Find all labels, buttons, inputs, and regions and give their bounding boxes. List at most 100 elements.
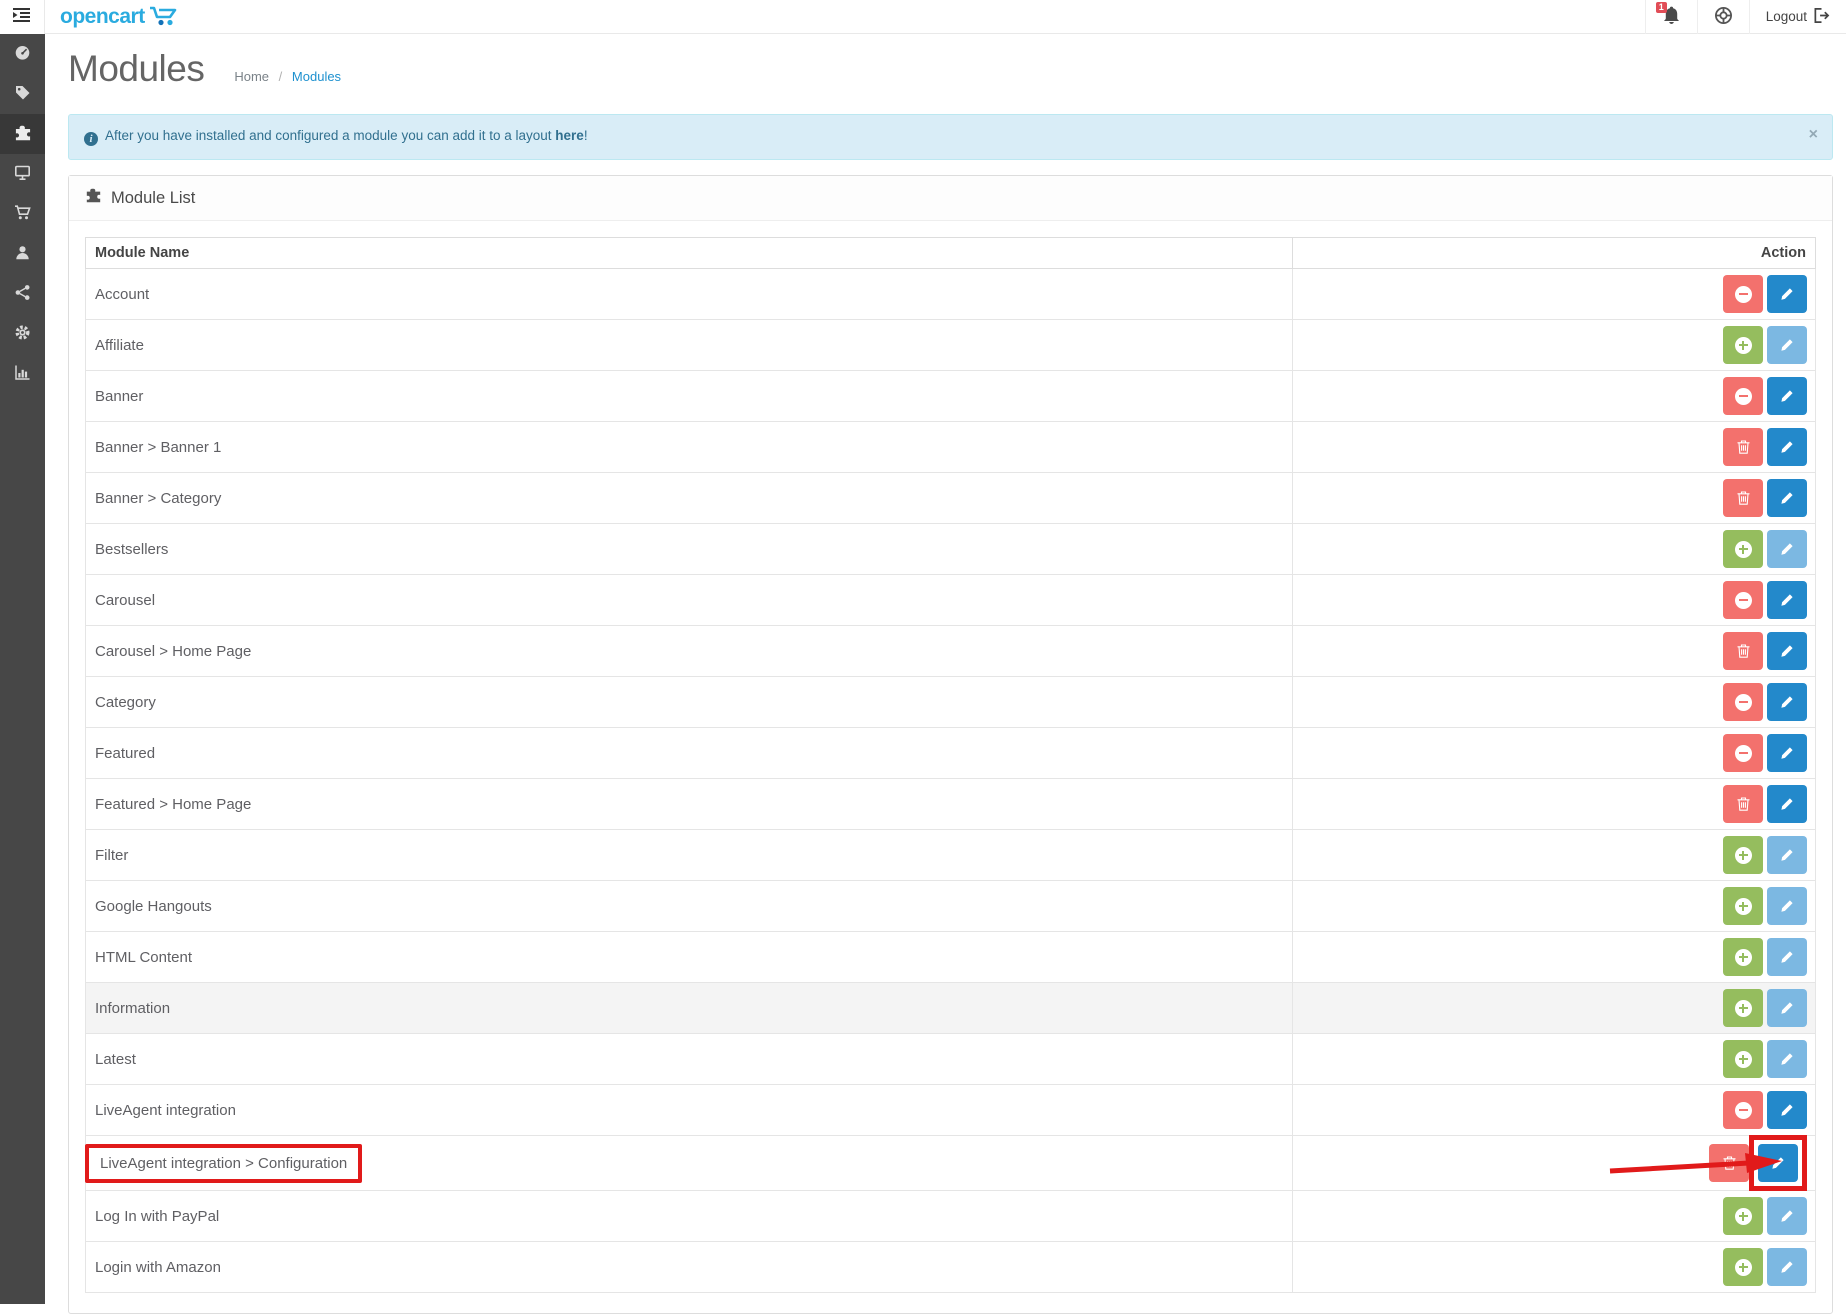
uninstall-button[interactable] [1723, 734, 1763, 772]
sidebar-item-dashboard[interactable] [0, 34, 45, 74]
sidebar-item-system[interactable] [0, 314, 45, 354]
edit-button[interactable] [1758, 1144, 1798, 1182]
edit-button-disabled[interactable] [1767, 1248, 1807, 1286]
edit-button[interactable] [1767, 581, 1807, 619]
alert-text-after: ! [584, 128, 588, 143]
table-row: Banner > Banner 1 [86, 422, 1816, 473]
menu-toggle-button[interactable] [0, 0, 45, 34]
edit-button[interactable] [1767, 683, 1807, 721]
install-button[interactable] [1723, 938, 1763, 976]
edit-button[interactable] [1767, 785, 1807, 823]
module-name-label: Information [95, 1000, 170, 1017]
table-row: Featured [86, 728, 1816, 779]
pencil-icon [1780, 593, 1794, 607]
alert-close-icon[interactable]: × [1809, 127, 1818, 143]
pencil-icon [1780, 1052, 1794, 1066]
action-cell [1293, 473, 1816, 524]
module-name-label: HTML Content [95, 949, 192, 966]
action-cell [1293, 575, 1816, 626]
edit-button-disabled[interactable] [1767, 938, 1807, 976]
delete-button[interactable] [1709, 1144, 1749, 1182]
install-button[interactable] [1723, 887, 1763, 925]
minus-circle-icon [1735, 745, 1752, 762]
trash-icon [1736, 490, 1751, 506]
action-cell [1293, 830, 1816, 881]
edit-button[interactable] [1767, 377, 1807, 415]
alert-here-link[interactable]: here [555, 128, 584, 143]
module-name-cell: Latest [86, 1034, 1293, 1085]
logout-button[interactable]: Logout [1749, 0, 1846, 34]
module-name-cell: LiveAgent integration > Configuration [86, 1136, 1293, 1191]
sidebar-item-marketing[interactable] [0, 274, 45, 314]
uninstall-button[interactable] [1723, 377, 1763, 415]
outdent-menu-icon [13, 7, 31, 26]
install-button[interactable] [1723, 836, 1763, 874]
support-button[interactable] [1697, 0, 1749, 34]
uninstall-button[interactable] [1723, 275, 1763, 313]
module-name-cell: Featured > Home Page [86, 779, 1293, 830]
sidebar-item-sales[interactable] [0, 194, 45, 234]
edit-button[interactable] [1767, 734, 1807, 772]
action-cell [1293, 881, 1816, 932]
module-name-label: Featured [95, 745, 155, 762]
table-row: Latest [86, 1034, 1816, 1085]
logout-label: Logout [1766, 9, 1807, 24]
action-cell [1293, 1191, 1816, 1242]
action-cell [1293, 1085, 1816, 1136]
plus-circle-icon [1735, 949, 1752, 966]
table-row: Banner [86, 371, 1816, 422]
trash-icon [1736, 796, 1751, 812]
sidebar-item-customers[interactable] [0, 234, 45, 274]
edit-button-disabled[interactable] [1767, 836, 1807, 874]
install-button[interactable] [1723, 1040, 1763, 1078]
install-button[interactable] [1723, 989, 1763, 1027]
edit-button[interactable] [1767, 1091, 1807, 1129]
action-cell [1293, 371, 1816, 422]
module-name-cell: Log In with PayPal [86, 1191, 1293, 1242]
breadcrumb-modules-link[interactable]: Modules [292, 69, 341, 84]
design-icon [14, 164, 31, 184]
install-button[interactable] [1723, 530, 1763, 568]
edit-button[interactable] [1767, 428, 1807, 466]
uninstall-button[interactable] [1723, 683, 1763, 721]
edit-button[interactable] [1767, 275, 1807, 313]
module-name-label: Banner [95, 388, 143, 405]
sidebar-item-catalog[interactable] [0, 74, 45, 114]
table-row: Carousel [86, 575, 1816, 626]
trash-icon [1722, 1155, 1737, 1171]
edit-button-disabled[interactable] [1767, 989, 1807, 1027]
edit-button[interactable] [1767, 632, 1807, 670]
sidebar-item-design[interactable] [0, 154, 45, 194]
sign-out-icon [1807, 7, 1830, 27]
edit-button-disabled[interactable] [1767, 1040, 1807, 1078]
module-name-cell: Featured [86, 728, 1293, 779]
dashboard-icon [14, 44, 31, 64]
edit-button[interactable] [1767, 479, 1807, 517]
edit-button-disabled[interactable] [1767, 530, 1807, 568]
notifications-button[interactable]: 1 [1645, 0, 1697, 34]
install-button[interactable] [1723, 1197, 1763, 1235]
pencil-icon [1780, 848, 1794, 862]
delete-button[interactable] [1723, 479, 1763, 517]
delete-button[interactable] [1723, 632, 1763, 670]
breadcrumb-home-link[interactable]: Home [234, 69, 269, 84]
pencil-icon [1780, 1209, 1794, 1223]
uninstall-button[interactable] [1723, 1091, 1763, 1129]
sidebar-item-extensions[interactable] [0, 114, 45, 154]
plus-circle-icon [1735, 1208, 1752, 1225]
uninstall-button[interactable] [1723, 581, 1763, 619]
delete-button[interactable] [1723, 785, 1763, 823]
action-cell [1293, 1242, 1816, 1293]
edit-button-disabled[interactable] [1767, 326, 1807, 364]
cart-logo-icon [145, 4, 179, 29]
sidebar-item-reports[interactable] [0, 354, 45, 394]
edit-button-disabled[interactable] [1767, 887, 1807, 925]
action-cell [1293, 1136, 1816, 1191]
page-header: Modules Home / Modules [68, 40, 1833, 102]
install-button[interactable] [1723, 326, 1763, 364]
edit-button-disabled[interactable] [1767, 1197, 1807, 1235]
opencart-logo[interactable]: opencart [60, 4, 179, 29]
minus-circle-icon [1735, 1102, 1752, 1119]
delete-button[interactable] [1723, 428, 1763, 466]
install-button[interactable] [1723, 1248, 1763, 1286]
